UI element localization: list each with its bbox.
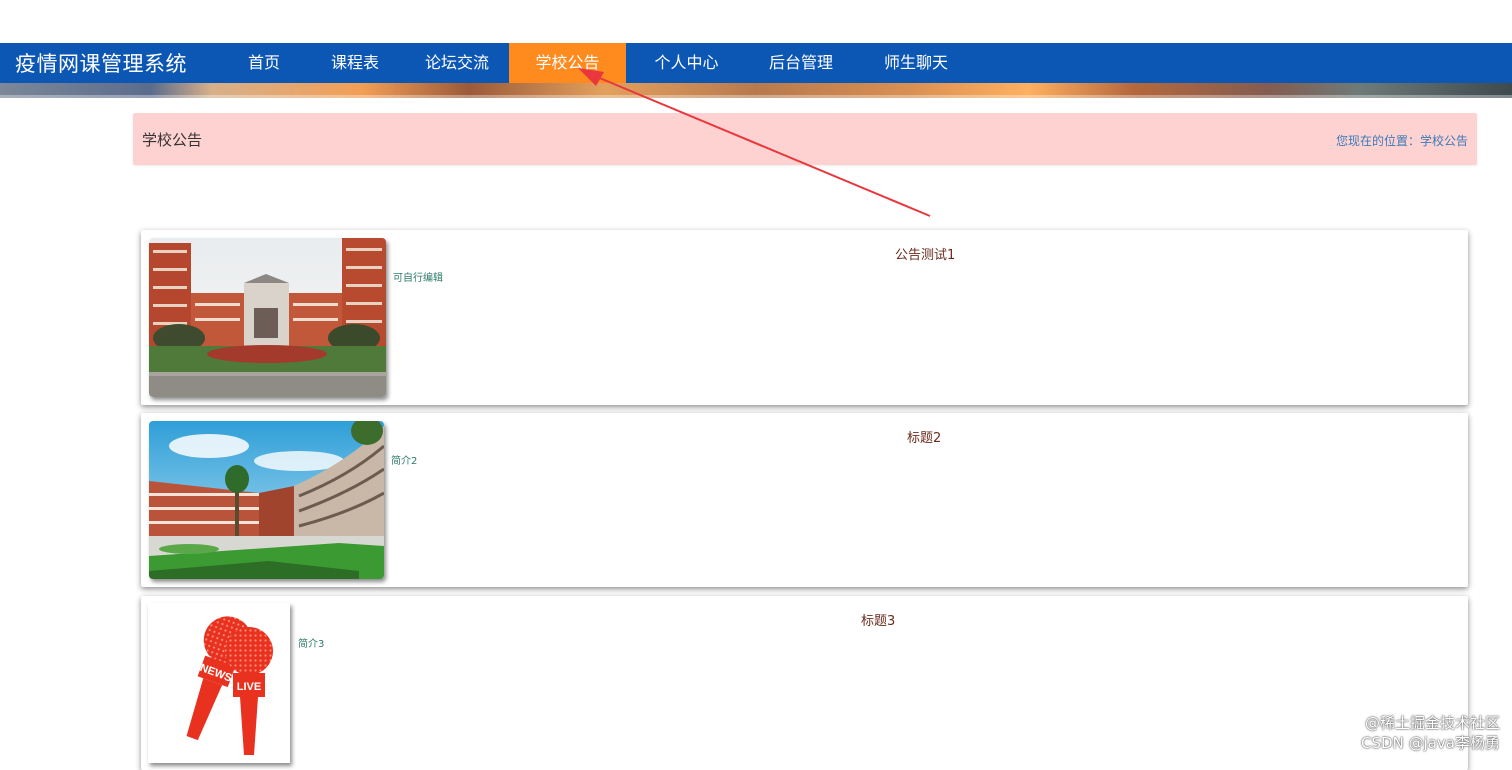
live-label: LIVE — [237, 681, 261, 693]
site-title: 疫情网课管理系统 — [15, 52, 187, 76]
watermark-line: @稀土掘金技术社区 — [1364, 714, 1500, 732]
page-title: 学校公告 — [142, 131, 203, 149]
nav-item-forum[interactable]: 论坛交流 — [405, 43, 509, 83]
nav-item-profile[interactable]: 个人中心 — [626, 43, 747, 83]
campus-courtyard-image — [149, 421, 384, 579]
announcement-summary: 简介2 — [391, 456, 418, 467]
announcement-summary: 可自行编辑 — [393, 273, 443, 284]
announcement-thumbnail[interactable] — [149, 238, 386, 397]
announcement-title[interactable]: 公告测试1 — [895, 244, 955, 263]
nav-item-announcements[interactable]: 学校公告 — [509, 43, 626, 83]
nav-item-schedule[interactable]: 课程表 — [305, 43, 405, 83]
breadcrumb-label: 您现在的位置： — [1335, 134, 1420, 148]
news-microphone-image: NEWS LIVE — [148, 603, 290, 763]
nav-item-admin[interactable]: 后台管理 — [747, 43, 855, 83]
top-navbar: 疫情网课管理系统 首页 课程表 论坛交流 学校公告 个人中心 后台管理 师生聊天 — [0, 43, 1512, 83]
announcement-summary: 简介3 — [298, 639, 325, 650]
school-building-image — [149, 238, 386, 397]
announcement-card[interactable]: 公告测试1 可自行编辑 — [141, 230, 1468, 405]
nav-item-chat[interactable]: 师生聊天 — [855, 43, 977, 83]
watermark: @稀土掘金技术社区 CSDN @java李杨勇 — [1361, 713, 1500, 753]
watermark-line: CSDN @java李杨勇 — [1361, 734, 1500, 752]
nav-item-home[interactable]: 首页 — [223, 43, 305, 83]
announcement-card[interactable]: 标题2 简介2 — [141, 413, 1468, 587]
announcement-title[interactable]: 标题3 — [861, 610, 895, 629]
breadcrumb-bar: 学校公告 您现在的位置：学校公告 — [133, 113, 1477, 165]
breadcrumb-current[interactable]: 学校公告 — [1420, 134, 1468, 148]
announcement-thumbnail[interactable]: NEWS LIVE — [148, 603, 290, 763]
header-banner-image — [0, 83, 1512, 98]
announcement-thumbnail[interactable] — [149, 421, 384, 579]
announcement-card[interactable]: NEWS LIVE 标题3 简介3 — [141, 596, 1468, 770]
breadcrumb: 您现在的位置：学校公告 — [1336, 132, 1468, 149]
announcement-title[interactable]: 标题2 — [907, 427, 941, 446]
